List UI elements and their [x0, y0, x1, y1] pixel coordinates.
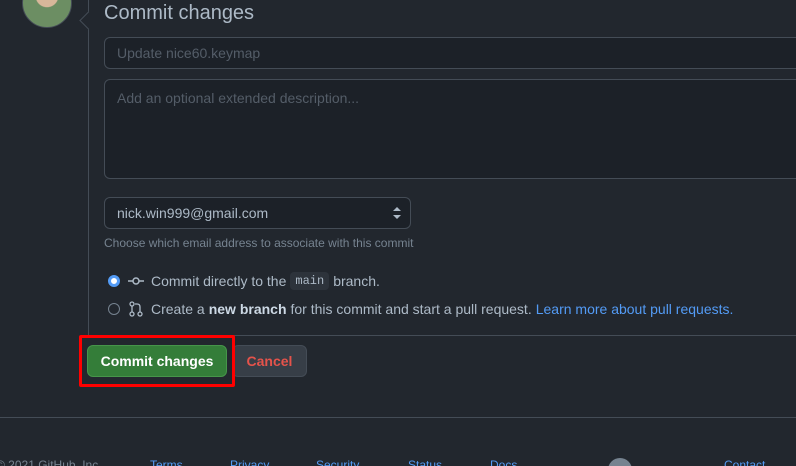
commit-description-input[interactable]: Add an optional extended description...: [104, 79, 796, 179]
select-arrows-icon: [393, 207, 401, 219]
email-helper-text: Choose which email address to associate …: [104, 236, 414, 250]
commit-direct-prefix: Commit directly to the: [151, 273, 287, 289]
commit-summary-input[interactable]: Update nice60.keymap: [104, 37, 796, 69]
commit-direct-suffix: branch.: [333, 273, 380, 289]
footer-link-status[interactable]: Status: [408, 458, 442, 466]
new-branch-bold: new branch: [208, 301, 287, 317]
git-pull-request-icon: [129, 301, 143, 317]
footer-link-security[interactable]: Security: [316, 458, 359, 466]
new-branch-prefix: Create a: [151, 301, 205, 317]
footer-link-contact[interactable]: Contact GitHub: [724, 458, 796, 466]
footer: © 2021 GitHub, Inc. Terms Privacy Securi…: [0, 458, 796, 466]
commit-changes-button[interactable]: Commit changes: [87, 345, 227, 377]
user-avatar[interactable]: [22, 0, 72, 28]
new-branch-radio[interactable]: [108, 303, 120, 315]
footer-link-privacy[interactable]: Privacy: [230, 458, 269, 466]
footer-link-docs[interactable]: Docs: [490, 458, 517, 466]
commit-form: Commit changes Update nice60.keymap Add …: [88, 0, 796, 336]
footer-link-terms[interactable]: Terms: [150, 458, 183, 466]
branch-name: main: [290, 272, 330, 290]
new-branch-suffix: for this commit and start a pull request…: [290, 301, 532, 317]
footer-divider: [0, 417, 796, 418]
learn-more-link[interactable]: Learn more about pull requests.: [536, 301, 734, 317]
commit-direct-radio[interactable]: [108, 275, 120, 287]
footer-copyright: © 2021 GitHub, Inc.: [0, 458, 102, 466]
commit-direct-option[interactable]: Commit directly to the main branch.: [108, 272, 380, 290]
email-select-value: nick.win999@gmail.com: [117, 205, 269, 221]
page: Commit changes Update nice60.keymap Add …: [0, 0, 796, 466]
git-commit-icon: [128, 277, 144, 285]
email-select[interactable]: nick.win999@gmail.com: [104, 197, 411, 229]
cancel-button[interactable]: Cancel: [232, 345, 307, 377]
github-logo-icon[interactable]: [608, 458, 632, 466]
commit-form-title: Commit changes: [104, 2, 255, 24]
new-branch-option[interactable]: Create a new branch for this commit and …: [108, 301, 733, 317]
